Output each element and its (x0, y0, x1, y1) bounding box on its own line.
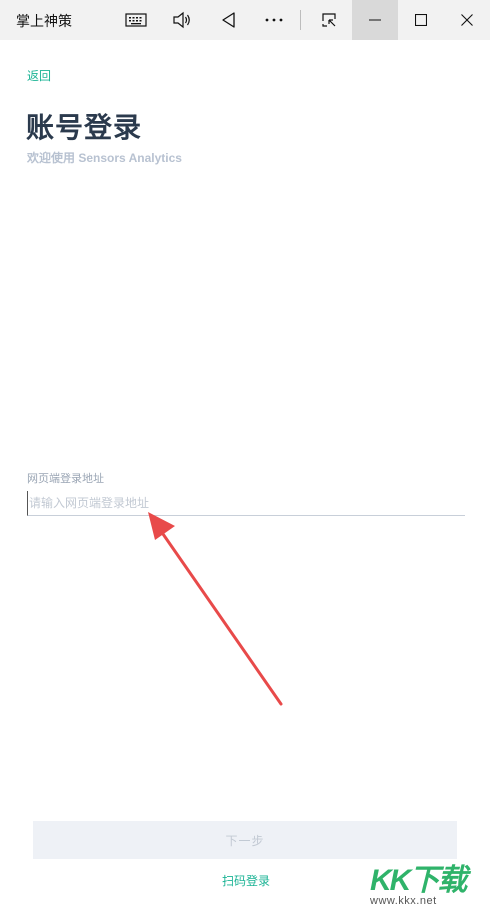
keyboard-icon (125, 13, 147, 27)
maximize-icon (415, 14, 427, 26)
volume-icon (173, 11, 190, 29)
site-watermark: KK下载 www.kkx.net (370, 855, 490, 911)
annotation-arrow-shaft (161, 532, 283, 706)
back-link[interactable]: 返回 (27, 67, 51, 84)
maximize-button[interactable] (398, 0, 444, 40)
page-subtitle: 欢迎使用 Sensors Analytics (27, 151, 182, 165)
qr-login-link[interactable]: 扫码登录 (222, 872, 270, 889)
snap-button[interactable] (306, 0, 352, 40)
page-title: 账号登录 (26, 112, 143, 143)
app-title: 掌上神策 (16, 13, 72, 29)
annotation-arrow-head (148, 512, 175, 540)
window-titlebar: 掌上神策 (0, 0, 490, 40)
login-url-input[interactable] (27, 491, 465, 516)
volume-button[interactable] (159, 0, 205, 40)
watermark-url: www.kkx.net (370, 895, 437, 907)
keyboard-button[interactable] (113, 0, 159, 40)
next-step-button[interactable]: 下一步 (33, 821, 457, 859)
watermark-logo: KK下载 (370, 864, 467, 897)
titlebar-separator (300, 10, 301, 30)
minimize-icon (369, 19, 381, 21)
snap-icon (322, 13, 336, 27)
close-icon (461, 14, 473, 26)
minimize-button[interactable] (352, 0, 398, 40)
url-field-label: 网页端登录地址 (27, 473, 104, 485)
more-icon (265, 18, 283, 22)
back-triangle-icon (222, 12, 235, 28)
close-button[interactable] (444, 0, 490, 40)
back-nav-button[interactable] (205, 0, 251, 40)
more-button[interactable] (251, 0, 297, 40)
